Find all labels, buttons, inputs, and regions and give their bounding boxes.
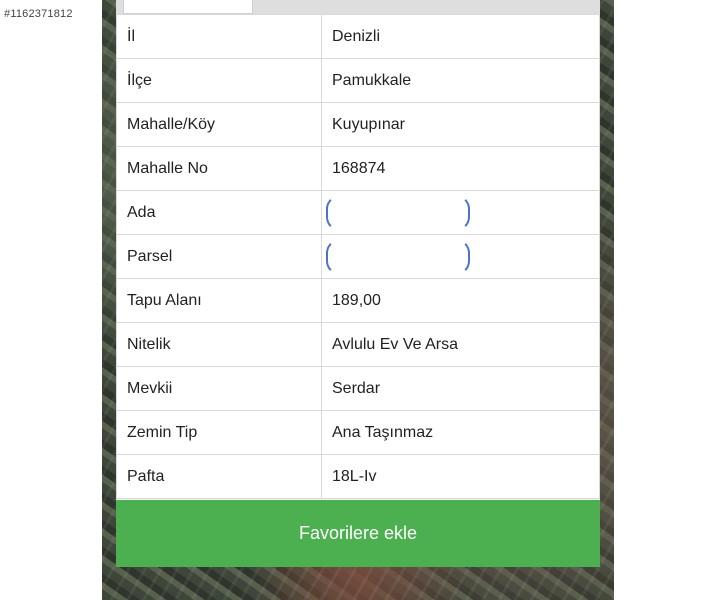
table-row: Mahalle No 168874 xyxy=(116,146,600,191)
row-value-ilce: Pamukkale xyxy=(321,58,600,103)
row-value-zemin-tip: Ana Taşınmaz xyxy=(321,410,600,455)
row-label-il: İl xyxy=(116,14,322,59)
row-value-mevkii: Serdar xyxy=(321,366,600,411)
row-label-ada: Ada xyxy=(116,190,322,235)
row-value-parsel xyxy=(321,234,600,279)
row-value-mahalle-koy: Kuyupınar xyxy=(321,102,600,147)
row-label-mahalle-no: Mahalle No xyxy=(116,146,322,191)
add-to-favorites-button[interactable]: Favorilere ekle xyxy=(116,500,600,567)
row-value-tapu-alani: 189,00 xyxy=(321,278,600,323)
redacted-value xyxy=(326,238,470,275)
redacted-value xyxy=(326,194,470,231)
row-label-ilce: İlçe xyxy=(116,58,322,103)
table-row: Pafta 18L-Iv xyxy=(116,454,600,499)
table-row: Mahalle/Köy Kuyupınar xyxy=(116,102,600,147)
row-label-zemin-tip: Zemin Tip xyxy=(116,410,322,455)
row-label-parsel: Parsel xyxy=(116,234,322,279)
parcel-info-table: İl Denizli İlçe Pamukkale Mahalle/Köy Ku… xyxy=(116,14,600,499)
row-label-tapu-alani: Tapu Alanı xyxy=(116,278,322,323)
table-row: İlçe Pamukkale xyxy=(116,58,600,103)
table-row: Tapu Alanı 189,00 xyxy=(116,278,600,323)
table-row: İl Denizli xyxy=(116,14,600,59)
row-value-ada xyxy=(321,190,600,235)
row-label-mevkii: Mevkii xyxy=(116,366,322,411)
row-value-mahalle-no: 168874 xyxy=(321,146,600,191)
row-value-pafta: 18L-Iv xyxy=(321,454,600,499)
table-row: Nitelik Avlulu Ev Ve Arsa xyxy=(116,322,600,367)
row-label-mahalle-koy: Mahalle/Köy xyxy=(116,102,322,147)
row-value-il: Denizli xyxy=(321,14,600,59)
table-row: Parsel xyxy=(116,234,600,279)
parcel-info-panel: İl Denizli İlçe Pamukkale Mahalle/Köy Ku… xyxy=(116,0,600,567)
tab-active[interactable] xyxy=(123,0,253,14)
table-row: Zemin Tip Ana Taşınmaz xyxy=(116,410,600,455)
row-label-pafta: Pafta xyxy=(116,454,322,499)
row-value-nitelik: Avlulu Ev Ve Arsa xyxy=(321,322,600,367)
row-label-nitelik: Nitelik xyxy=(116,322,322,367)
tab-bar xyxy=(116,0,600,14)
listing-id-watermark: #1162371812 xyxy=(4,8,73,20)
table-row: Ada xyxy=(116,190,600,235)
table-row: Mevkii Serdar xyxy=(116,366,600,411)
